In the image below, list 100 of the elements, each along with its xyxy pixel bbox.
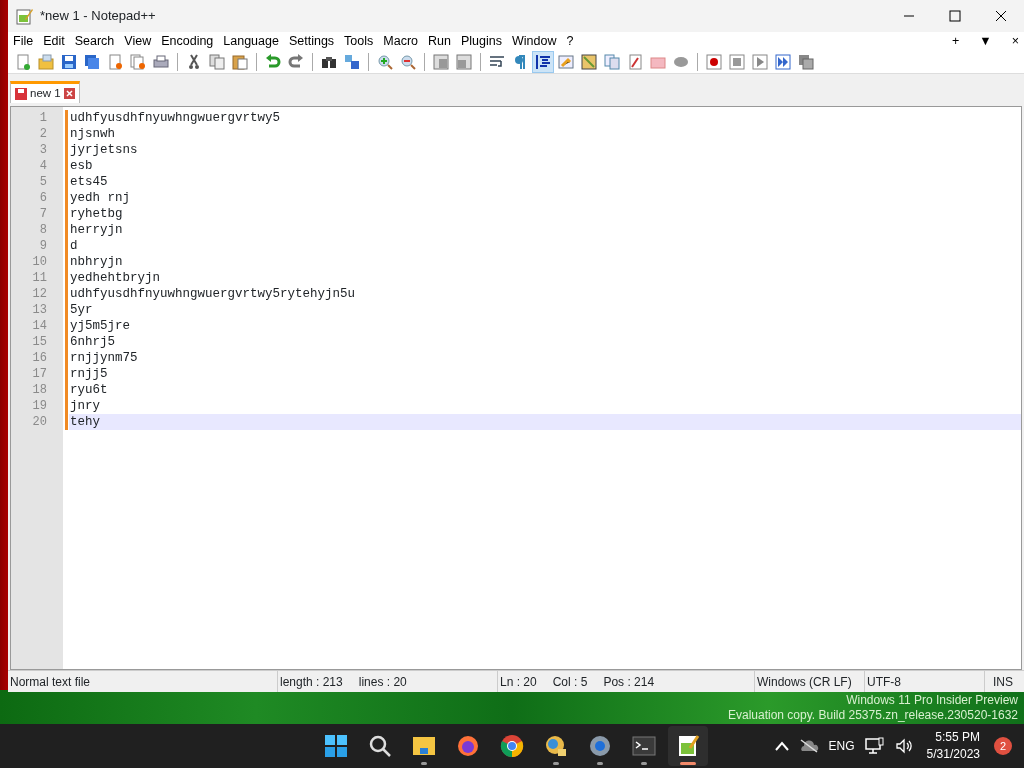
save-icon <box>61 53 77 70</box>
menu-item[interactable]: Settings <box>283 32 340 50</box>
network-icon[interactable] <box>864 737 885 755</box>
pilcrow-icon <box>512 53 528 70</box>
chevron-up-icon[interactable] <box>774 741 789 751</box>
code-line: udhfyusdhfnyuwhngwuergvrtwy5 <box>69 110 282 126</box>
language-window-icon <box>558 53 574 70</box>
globe-flame-icon <box>456 734 480 758</box>
terminal-icon <box>632 734 656 758</box>
line-number: 7 <box>38 206 48 222</box>
line-number: 9 <box>38 238 48 254</box>
code-line: yj5m5jre <box>69 318 131 334</box>
line-number: 8 <box>38 222 48 238</box>
replace-icon <box>344 53 360 70</box>
code-line: rnjj5 <box>69 366 109 382</box>
code-line: ryu6t <box>69 382 109 398</box>
line-number: 3 <box>38 142 48 158</box>
file-tab[interactable]: new 1 <box>10 81 80 103</box>
menu-item[interactable]: Plugins <box>455 32 507 50</box>
menu-item[interactable]: Macro <box>378 32 424 50</box>
language-indicator[interactable]: ENG <box>828 737 855 755</box>
printer-icon <box>153 53 169 70</box>
save-all-icon <box>84 53 100 70</box>
line-number: 17 <box>31 366 48 382</box>
menu-item[interactable]: ? <box>561 32 579 50</box>
record-icon <box>706 53 722 70</box>
line-number: 20 <box>31 414 48 430</box>
scissors-icon <box>186 53 202 70</box>
menu-item[interactable]: Run <box>423 32 456 50</box>
code-line: esb <box>69 158 94 174</box>
encoding-label: UTF-8 <box>867 673 901 691</box>
stop-icon <box>729 53 745 70</box>
menu-item[interactable]: View <box>119 32 157 50</box>
code-line: 6nhrj5 <box>69 334 116 350</box>
browser-ball-icon <box>500 734 524 758</box>
close-file-icon <box>107 53 123 70</box>
window-title: *new 1 - Notepad++ <box>40 7 156 26</box>
gear-icon <box>588 734 612 758</box>
code-line: herryjn <box>69 222 124 238</box>
code-line: ryhetbg <box>69 206 124 222</box>
new-tab-button[interactable]: + <box>947 32 965 50</box>
code-line: jnry <box>69 398 101 414</box>
taskbar-notepad-button[interactable] <box>668 726 708 766</box>
line-position: Ln : 20 <box>500 673 537 691</box>
clock[interactable]: 5:55 PM 5/31/2023 <box>922 729 984 763</box>
indent-guide-icon <box>535 53 551 70</box>
clock-date: 5/31/2023 <box>926 746 980 763</box>
menu-item[interactable]: File <box>8 32 39 50</box>
line-number: 2 <box>38 126 48 142</box>
notification-badge[interactable]: 2 <box>994 737 1012 755</box>
undo-icon <box>265 53 281 70</box>
save-icon <box>15 87 27 100</box>
line-ending-label: Windows (CR LF) <box>757 673 852 691</box>
menu-item[interactable]: Edit <box>38 32 70 50</box>
line-number: 13 <box>31 302 48 318</box>
line-number: 5 <box>38 174 48 190</box>
menu-item[interactable]: Window <box>506 32 562 50</box>
code-line: yedhehtbryjn <box>69 270 161 286</box>
save-macro-icon <box>798 53 814 70</box>
line-number: 18 <box>31 382 48 398</box>
menu-item[interactable]: Search <box>69 32 120 50</box>
desktop-watermark-text: Windows 11 Pro Insider Preview <box>845 693 1018 708</box>
tab-label: new 1 <box>30 85 61 101</box>
menu-item[interactable]: Tools <box>339 32 379 50</box>
line-number: 19 <box>31 398 48 414</box>
line-number: 10 <box>31 254 48 270</box>
close-all-icon <box>130 53 146 70</box>
lines-label: lines : 20 <box>358 673 407 691</box>
document-map-icon <box>581 53 597 70</box>
line-number: 14 <box>31 318 48 334</box>
close-tab-button[interactable]: × <box>1006 32 1024 50</box>
length-label: length : 213 <box>280 673 343 691</box>
notepad-icon <box>676 734 700 758</box>
start-icon <box>324 734 348 758</box>
menu-item[interactable]: Encoding <box>156 32 219 50</box>
tab-list-button[interactable]: ▼ <box>974 32 997 50</box>
zoom-out-icon <box>400 53 416 70</box>
menu-item[interactable]: Language <box>218 32 284 50</box>
play-icon <box>752 53 768 70</box>
file-type-label: Normal text file <box>10 673 91 691</box>
line-number: 4 <box>38 158 48 174</box>
desktop-watermark-text: Evaluation copy. Build 25375.zn_release.230520-1632 <box>728 708 1018 723</box>
document-list-icon <box>604 53 620 70</box>
globe-icon <box>544 734 568 758</box>
new-file-icon <box>15 53 31 70</box>
line-number: 12 <box>31 286 48 302</box>
copy-icon <box>209 53 225 70</box>
code-line: njsnwh <box>69 126 116 142</box>
volume-icon[interactable] <box>894 738 913 754</box>
code-line: udhfyusdhfnyuwhngwuergvrtwy5rytehyjn5u <box>69 286 357 302</box>
indent-guide-button[interactable] <box>532 50 554 73</box>
code-line: jyrjetsns <box>69 142 139 158</box>
word-wrap-icon <box>489 53 505 70</box>
line-number: 11 <box>31 270 48 286</box>
cloud-off-icon[interactable] <box>798 739 819 753</box>
code-line: yedh rnj <box>69 190 131 206</box>
code-line: ets45 <box>69 174 109 190</box>
code-line: d <box>69 238 79 254</box>
code-line: rnjjynm75 <box>69 350 139 366</box>
close-icon[interactable] <box>63 88 75 99</box>
